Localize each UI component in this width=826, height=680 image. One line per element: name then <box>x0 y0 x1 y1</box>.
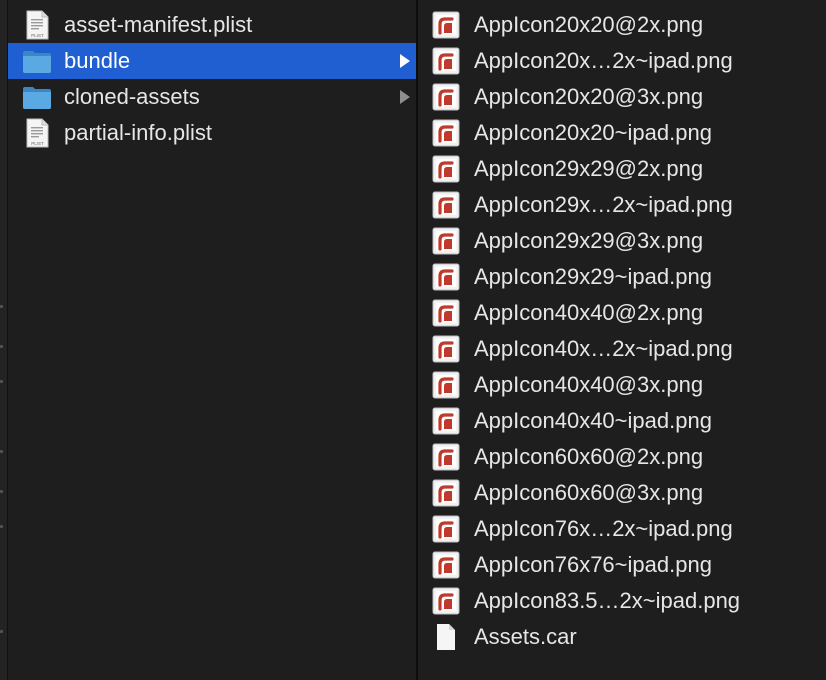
column-bundle-contents: AppIcon20x20@2x.png AppIcon20x…2x~ipad.p… <box>418 0 826 680</box>
png-image-icon <box>432 191 460 219</box>
file-label: AppIcon83.5…2x~ipad.png <box>474 588 741 613</box>
file-label: AppIcon40x…2x~ipad.png <box>474 336 733 361</box>
folder-icon <box>22 82 52 112</box>
plist-badge: PLIST <box>31 141 44 146</box>
file-label: AppIcon40x40~ipad.png <box>474 408 712 433</box>
png-image-icon <box>432 443 460 471</box>
png-image-icon <box>432 119 460 147</box>
file-label: Assets.car <box>474 624 577 649</box>
folder-row-bundle[interactable]: bundle <box>8 43 416 79</box>
file-row-partial-info[interactable]: PLIST partial-info.plist <box>8 115 416 151</box>
plist-file-icon: PLIST <box>22 10 52 40</box>
png-image-icon <box>432 371 460 399</box>
file-row[interactable]: AppIcon76x…2x~ipad.png <box>418 511 826 547</box>
png-image-icon <box>432 83 460 111</box>
file-label: AppIcon40x40@3x.png <box>474 372 704 397</box>
png-image-icon <box>432 335 460 363</box>
file-row[interactable]: AppIcon20x20~ipad.png <box>418 115 826 151</box>
file-row[interactable]: AppIcon40x40@3x.png <box>418 367 826 403</box>
file-label: AppIcon20x20@3x.png <box>474 84 704 109</box>
disclosure-arrow-icon <box>400 54 410 68</box>
file-row[interactable]: AppIcon20x20@3x.png <box>418 79 826 115</box>
png-image-icon <box>432 155 460 183</box>
file-label: AppIcon29x29~ipad.png <box>474 264 712 289</box>
blank-document-icon <box>432 623 460 651</box>
file-label: AppIcon29x…2x~ipad.png <box>474 192 733 217</box>
png-image-icon <box>432 11 460 39</box>
folder-row-cloned-assets[interactable]: cloned-assets <box>8 79 416 115</box>
disclosure-arrow-icon <box>400 90 410 104</box>
file-row[interactable]: AppIcon60x60@2x.png <box>418 439 826 475</box>
file-label: asset-manifest.plist <box>64 12 253 37</box>
file-label: AppIcon60x60@3x.png <box>474 480 704 505</box>
file-row[interactable]: AppIcon83.5…2x~ipad.png <box>418 583 826 619</box>
scroll-marker <box>0 380 3 383</box>
file-row[interactable]: AppIcon60x60@3x.png <box>418 475 826 511</box>
png-image-icon <box>432 227 460 255</box>
png-image-icon <box>432 479 460 507</box>
file-label: AppIcon20x20~ipad.png <box>474 120 712 145</box>
png-image-icon <box>432 551 460 579</box>
file-row[interactable]: AppIcon40x…2x~ipad.png <box>418 331 826 367</box>
file-label: AppIcon20x20@2x.png <box>474 12 704 37</box>
file-row[interactable]: AppIcon20x20@2x.png <box>418 7 826 43</box>
png-image-icon <box>432 587 460 615</box>
file-label: AppIcon60x60@2x.png <box>474 444 704 469</box>
file-row-asset-manifest[interactable]: PLIST asset-manifest.plist <box>8 7 416 43</box>
file-row[interactable]: AppIcon40x40@2x.png <box>418 295 826 331</box>
png-image-icon <box>432 47 460 75</box>
previous-column-edge[interactable] <box>0 0 8 680</box>
png-image-icon <box>432 299 460 327</box>
scroll-marker <box>0 490 3 493</box>
file-label: AppIcon29x29@2x.png <box>474 156 704 181</box>
plist-badge: PLIST <box>31 33 44 38</box>
file-label: AppIcon29x29@3x.png <box>474 228 704 253</box>
png-image-icon <box>432 263 460 291</box>
file-row[interactable]: AppIcon76x76~ipad.png <box>418 547 826 583</box>
file-row[interactable]: AppIcon40x40~ipad.png <box>418 403 826 439</box>
file-label: partial-info.plist <box>64 120 212 145</box>
folder-label: bundle <box>64 48 131 73</box>
file-row[interactable]: AppIcon29x29~ipad.png <box>418 259 826 295</box>
file-label: AppIcon20x…2x~ipad.png <box>474 48 733 73</box>
column-derived-sources: PLIST asset-manifest.plist bundle cloned… <box>8 0 416 680</box>
png-image-icon <box>432 515 460 543</box>
finder-column-browser: PLIST asset-manifest.plist bundle cloned… <box>0 0 826 680</box>
plist-file-icon: PLIST <box>22 118 52 148</box>
scroll-marker <box>0 305 3 308</box>
file-label: AppIcon40x40@2x.png <box>474 300 704 325</box>
file-label: AppIcon76x…2x~ipad.png <box>474 516 733 541</box>
file-row[interactable]: AppIcon29x…2x~ipad.png <box>418 187 826 223</box>
file-label: AppIcon76x76~ipad.png <box>474 552 712 577</box>
png-image-icon <box>432 407 460 435</box>
file-row[interactable]: AppIcon29x29@3x.png <box>418 223 826 259</box>
file-row[interactable]: Assets.car <box>418 619 826 655</box>
folder-icon <box>22 46 52 76</box>
scroll-marker <box>0 630 3 633</box>
scroll-marker <box>0 345 3 348</box>
folder-label: cloned-assets <box>64 84 200 109</box>
file-row[interactable]: AppIcon20x…2x~ipad.png <box>418 43 826 79</box>
scroll-marker <box>0 525 3 528</box>
file-row[interactable]: AppIcon29x29@2x.png <box>418 151 826 187</box>
scroll-marker <box>0 450 3 453</box>
